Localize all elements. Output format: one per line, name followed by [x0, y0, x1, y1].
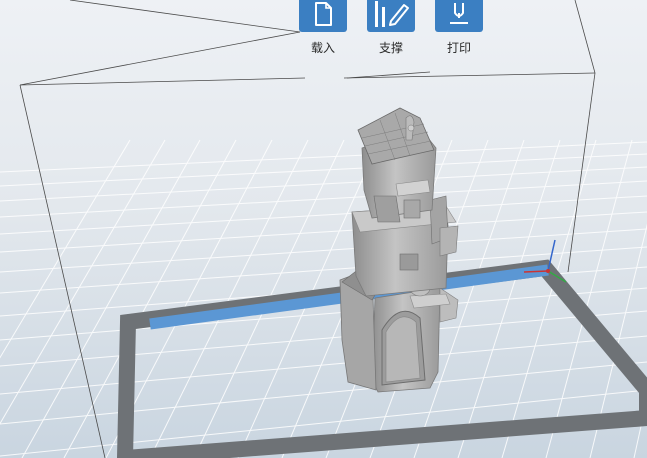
support-icon — [371, 0, 411, 33]
3d-viewport[interactable] — [0, 0, 647, 458]
support-button[interactable] — [367, 0, 415, 32]
load-label: 载入 — [310, 41, 335, 55]
print-button[interactable] — [435, 0, 483, 32]
print-label: 打印 — [446, 41, 471, 55]
support-label: 支撑 — [378, 41, 403, 55]
load-button[interactable] — [299, 0, 347, 32]
file-icon — [312, 1, 334, 31]
print-icon — [446, 1, 472, 31]
viewport-background — [0, 0, 647, 458]
